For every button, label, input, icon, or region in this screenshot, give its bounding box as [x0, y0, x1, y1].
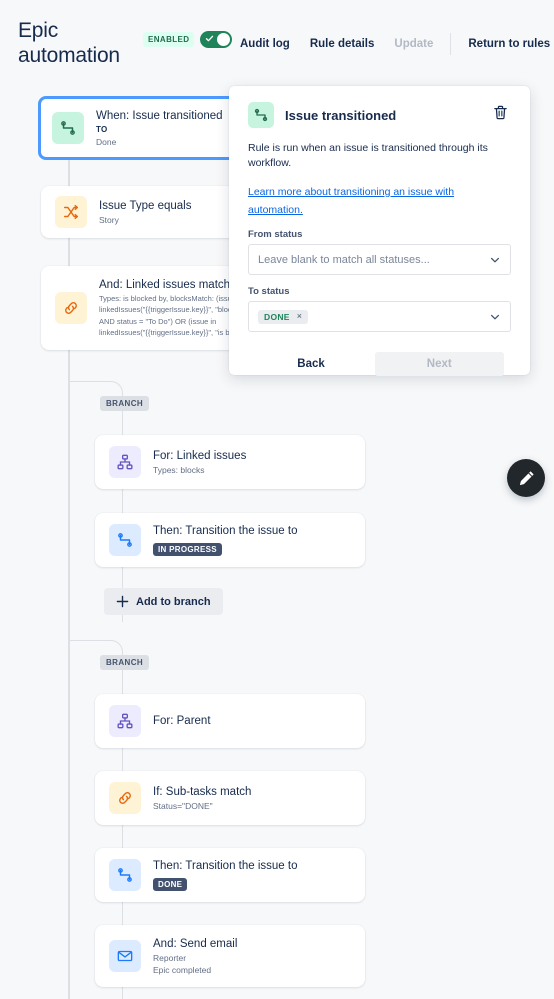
edit-fab-button[interactable] — [507, 459, 545, 497]
rule-card-branch1-for[interactable]: For: Linked issues Types: blocks — [95, 435, 365, 489]
rule-card-title: If: Sub-tasks match — [153, 785, 252, 798]
panel-header: Issue transitioned — [248, 100, 511, 130]
toggle-knob — [217, 33, 231, 46]
to-status-chip: DONE × — [258, 309, 309, 324]
status-lozenge: DONE — [153, 877, 188, 891]
trash-icon — [494, 105, 507, 120]
from-status-label: From status — [248, 229, 303, 240]
rule-card-branch2-for-body: For: Parent — [153, 714, 351, 729]
branch-tree-icon — [117, 713, 133, 729]
transition-icon-wrapper — [52, 112, 84, 144]
link-icon-wrapper — [109, 782, 141, 814]
back-button[interactable]: Back — [255, 352, 367, 376]
branch-tree-icon-wrapper — [109, 705, 141, 737]
transition-icon-wrapper — [109, 859, 141, 891]
rule-card-title: And: Send email — [153, 937, 238, 950]
chevron-down-icon — [490, 314, 500, 319]
transition-icon — [118, 868, 132, 882]
nav-return-to-rules[interactable]: Return to rules — [458, 35, 554, 53]
nav-update-button[interactable]: Update — [384, 35, 443, 53]
envelope-icon-wrapper — [109, 940, 141, 972]
transition-icon — [254, 108, 268, 122]
status-lozenge: IN PROGRESS — [153, 542, 222, 556]
next-button[interactable]: Next — [374, 352, 504, 376]
delete-trigger-button[interactable] — [490, 102, 511, 128]
rule-card-branch2-if-subtasks[interactable]: If: Sub-tasks match Status="DONE" — [95, 771, 365, 825]
transition-icon — [61, 121, 75, 135]
rule-card-title: For: Linked issues — [153, 449, 247, 462]
transition-icon — [118, 533, 132, 547]
rule-card-branch1-then-transition[interactable]: Then: Transition the issue to IN PROGRES… — [95, 513, 365, 567]
rule-card-branch2-for-parent[interactable]: For: Parent — [95, 694, 365, 748]
rule-card-subtitle: Status="DONE" — [153, 800, 213, 811]
rule-card-branch2-if-body: If: Sub-tasks match Status="DONE" — [153, 785, 351, 812]
rule-card-title: For: Parent — [153, 714, 211, 727]
to-status-label: To status — [248, 286, 290, 297]
to-status-chip-remove-icon[interactable]: × — [297, 312, 302, 321]
header-nav: Audit log Rule details Update Return to … — [230, 33, 554, 55]
branch-label-1: BRANCH — [100, 396, 150, 411]
from-status-placeholder: Leave blank to match all statuses... — [258, 253, 430, 266]
pencil-icon — [519, 470, 534, 485]
rule-card-subtitle-subject: Epic completed — [153, 964, 212, 975]
plus-icon — [116, 595, 129, 608]
rule-card-branch2-then-body: Then: Transition the issue to DONE — [153, 859, 351, 892]
transition-icon-wrapper — [248, 102, 274, 128]
chevron-down-icon — [490, 257, 500, 262]
nav-rule-details[interactable]: Rule details — [300, 35, 385, 53]
nav-divider — [450, 33, 452, 55]
add-to-branch-label: Add to branch — [136, 595, 211, 608]
nav-audit-log[interactable]: Audit log — [230, 35, 300, 53]
learn-more-link[interactable]: Learn more about transitioning an issue … — [248, 186, 454, 216]
transition-icon-wrapper — [109, 524, 141, 556]
link-icon — [119, 792, 131, 804]
rule-card-subtitle: Types: blocks — [153, 464, 205, 475]
link-icon-wrapper — [55, 292, 87, 324]
rule-card-branch2-then-transition[interactable]: Then: Transition the issue to DONE — [95, 848, 365, 902]
rule-card-branch1-then-body: Then: Transition the issue to IN PROGRES… — [153, 524, 351, 557]
page-title: Epic automation — [18, 19, 120, 67]
shuffle-icon-wrapper — [55, 196, 87, 228]
automation-rule-builder-page: Epic automation ENABLED Audit log Rule d… — [0, 0, 554, 999]
rule-card-subtitle-recipient: Reporter — [153, 952, 187, 963]
from-status-select[interactable]: Leave blank to match all statuses... — [248, 244, 511, 275]
panel-title: Issue transitioned — [285, 107, 397, 123]
rule-card-branch2-send-email[interactable]: And: Send email Reporter Epic completed — [95, 925, 365, 987]
trigger-config-panel: Issue transitioned Rule is run when an i… — [229, 86, 530, 376]
branch-tree-icon — [117, 454, 133, 470]
shuffle-icon — [63, 204, 79, 220]
branch-label-2: BRANCH — [100, 655, 150, 670]
panel-actions: Back Next — [248, 352, 511, 376]
rule-card-title: Then: Transition the issue to — [153, 524, 298, 537]
to-status-chip-label: DONE — [264, 311, 290, 322]
envelope-icon — [117, 950, 133, 962]
rule-enabled-group: ENABLED — [143, 31, 233, 48]
branch-tree-icon-wrapper — [109, 446, 141, 478]
enabled-badge: ENABLED — [143, 32, 195, 47]
rule-card-title: Then: Transition the issue to — [153, 859, 298, 872]
link-icon — [65, 302, 77, 314]
rule-card-branch2-email-body: And: Send email Reporter Epic completed — [153, 937, 351, 976]
to-status-select[interactable]: DONE × — [248, 301, 511, 332]
panel-description: Rule is run when an issue is transitione… — [248, 142, 488, 169]
rule-enabled-toggle[interactable] — [200, 31, 233, 48]
add-to-branch-button[interactable]: Add to branch — [104, 588, 223, 615]
rule-card-branch1-for-body: For: Linked issues Types: blocks — [153, 449, 351, 476]
check-icon — [206, 35, 214, 42]
page-header: Epic automation ENABLED Audit log Rule d… — [0, 0, 554, 82]
